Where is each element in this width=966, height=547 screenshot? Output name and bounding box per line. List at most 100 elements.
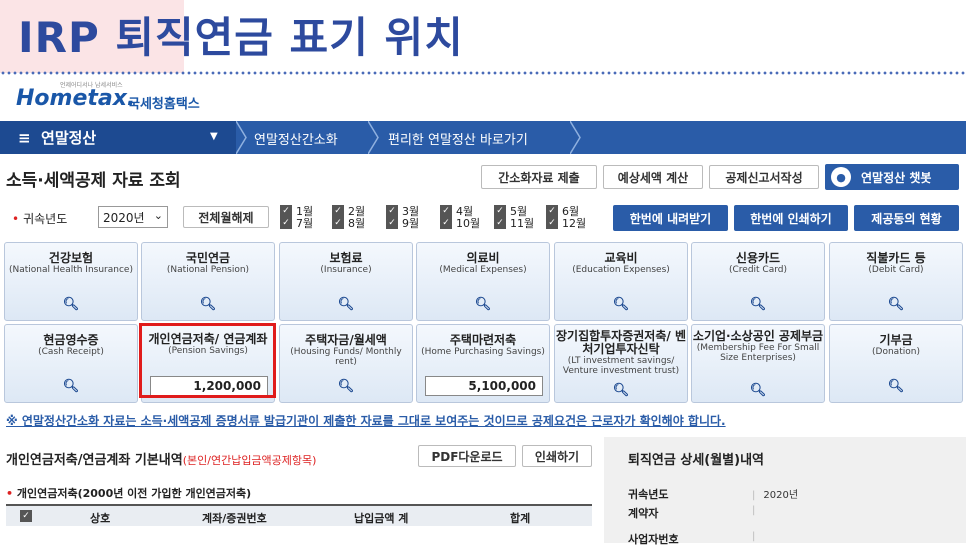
search-icon: 🔍︎ [474, 297, 492, 312]
row-value-business-number: | [752, 531, 756, 542]
card-title: 신용카드 [735, 251, 781, 265]
checkbox-checked-icon: ✓ [440, 217, 452, 229]
submit-simplified-button[interactable]: 간소화자료 제출 [481, 165, 597, 189]
search-icon: 🔍︎ [749, 383, 767, 398]
checkbox-checked-icon: ✓ [546, 205, 558, 217]
column-header-account: 계좌/증권번호 [202, 512, 267, 525]
card-title: 주택자금/월세액 [305, 333, 387, 347]
card-subtitle: (Membership Fee For Small Size Enterpris… [696, 343, 820, 363]
chatbot-label: 연말정산 챗봇 [861, 170, 932, 185]
write-declaration-button[interactable]: 공제신고서작성 [709, 165, 819, 189]
search-icon: 🔍︎ [62, 297, 80, 312]
checkbox-checked-icon: ✓ [332, 217, 344, 229]
month-checkbox-9[interactable]: ✓ 9월 [386, 217, 419, 230]
card-insurance[interactable]: 보험료 (Insurance) 🔍︎ [279, 242, 413, 321]
card-donation[interactable]: 기부금 (Donation) 🔍︎ [829, 324, 963, 403]
checkbox-checked-icon: ✓ [440, 205, 452, 217]
card-credit-card[interactable]: 신용카드 (Credit Card) 🔍︎ [691, 242, 825, 321]
card-health-insurance[interactable]: 건강보험 (National Health Insurance) 🔍︎ [4, 242, 138, 321]
checkbox-checked-icon: ✓ [280, 217, 292, 229]
card-title: 장기집합투자증권저축/ 벤처기업투자신탁 [555, 329, 686, 356]
nav-menu-toggle[interactable]: ≡ 연말정산 ▼ [0, 121, 236, 154]
row-label-contractor: 계약자 [628, 507, 659, 520]
month-checkbox-11[interactable]: ✓ 11월 [494, 217, 534, 230]
card-subtitle: (National Health Insurance) [9, 265, 133, 275]
card-subtitle: (Home Purchasing Savings) [421, 347, 545, 357]
year-select[interactable]: 2020년 ⌄ [98, 206, 168, 228]
chatbot-icon: ● [831, 167, 851, 187]
hometax-logo[interactable]: 언제어디서나 납세서비스 Hometax. 국세청홈택스 [14, 80, 214, 114]
card-lt-investment[interactable]: 장기집합투자증권저축/ 벤처기업투자신탁 (LT investment savi… [554, 324, 688, 403]
print-button[interactable]: 인쇄하기 [522, 445, 592, 467]
chevron-right-icon [368, 121, 379, 154]
clear-all-months-button[interactable]: 전체월해제 [183, 206, 269, 228]
chevron-right-icon [236, 121, 247, 154]
home-savings-amount[interactable]: 5,100,000 [425, 376, 543, 396]
caret-down-icon: ▼ [210, 131, 218, 142]
estimate-tax-button[interactable]: 예상세액 계산 [603, 165, 703, 189]
card-title: 현금영수증 [43, 333, 99, 347]
retirement-pension-panel: 퇴직연금 상세(월별)내역 귀속년도 | 2020년 계약자 | 사업자번호 | [604, 437, 966, 546]
row-label-year: 귀속년도 [628, 488, 669, 501]
card-national-pension[interactable]: 국민연금 (National Pension) 🔍︎ [141, 242, 275, 321]
column-header-payment: 납입금액 계 [354, 512, 409, 525]
month-checkbox-7[interactable]: ✓ 7월 [280, 217, 313, 230]
section-title: 개인연금저축/연금계좌 기본내역(본인/연간납입금액공제항목) [6, 453, 317, 468]
card-debit-card[interactable]: 직불카드 등 (Debit Card) 🔍︎ [829, 242, 963, 321]
card-subtitle: (Credit Card) [728, 265, 787, 275]
card-cash-receipt[interactable]: 현금영수증 (Cash Receipt) 🔍︎ [4, 324, 138, 403]
checkbox-checked-icon: ✓ [332, 205, 344, 217]
search-icon: 🔍︎ [887, 297, 905, 312]
logo-korean: 국세청홈택스 [128, 97, 200, 112]
checkbox-checked-icon[interactable]: ✓ [20, 510, 32, 522]
search-icon: 🔍︎ [887, 379, 905, 394]
row-label-business-number: 사업자번호 [628, 533, 679, 546]
filter-row: • 귀속년도 2020년 ⌄ 전체월해제 ✓ 1월 ✓ 7월 ✓ 2월 ✓ 8월 ✓ 3월 … [0, 200, 966, 234]
card-subtitle: (LT investment savings/ Venture investme… [562, 356, 680, 376]
card-title: 의료비 [466, 251, 500, 265]
search-icon: 🔍︎ [749, 297, 767, 312]
card-title: 보험료 [329, 251, 363, 265]
consent-status-button[interactable]: 제공동의 현황 [854, 205, 959, 231]
row-value-year: | 2020년 [752, 490, 799, 501]
month-checkbox-10[interactable]: ✓ 10월 [440, 217, 480, 230]
pdf-download-button[interactable]: PDF다운로드 [418, 445, 516, 467]
card-education-expenses[interactable]: 교육비 (Education Expenses) 🔍︎ [554, 242, 688, 321]
slide-title: IRP 퇴직연금 표기 위치 [18, 13, 464, 62]
checkbox-checked-icon: ✓ [386, 205, 398, 217]
year-select-value: 2020년 [103, 211, 145, 225]
search-icon: 🔍︎ [612, 383, 630, 398]
card-subtitle: (Housing Funds/ Monthly rent) [290, 347, 402, 367]
checkbox-checked-icon: ✓ [386, 217, 398, 229]
logo-wordmark: Hometax. [16, 86, 136, 111]
dotted-divider [0, 71, 966, 75]
search-icon: 🔍︎ [199, 297, 217, 312]
card-title: 교육비 [604, 251, 638, 265]
card-title: 건강보험 [48, 251, 94, 265]
nav-menu-label: ≡ 연말정산 [18, 129, 97, 147]
card-housing-funds[interactable]: 주택자금/월세액 (Housing Funds/ Monthly rent) 🔍… [279, 324, 413, 403]
card-small-enterprise[interactable]: 소기업·소상공인 공제부금 (Membership Fee For Small … [691, 324, 825, 403]
notice-text[interactable]: ※ 연말정산간소화 자료는 소득·세액공제 증명서류 발급기관이 제출한 자료를… [6, 412, 726, 429]
card-home-purchasing-savings[interactable]: 주택마련저축 (Home Purchasing Savings) 5,100,0… [416, 324, 550, 403]
card-subtitle: (Debit Card) [868, 265, 924, 275]
print-all-button[interactable]: 한번에 인쇄하기 [734, 205, 848, 231]
card-title: 주택마련저축 [449, 333, 517, 347]
download-all-button[interactable]: 한번에 내려받기 [613, 205, 728, 231]
chatbot-button[interactable]: ● 연말정산 챗봇 [825, 164, 959, 190]
top-navbar: ≡ 연말정산 ▼ 연말정산간소화 편리한 연말정산 바로가기 [0, 121, 966, 154]
chevron-right-icon [570, 121, 581, 154]
search-icon: 🔍︎ [612, 297, 630, 312]
card-subtitle: (Cash Receipt) [38, 347, 104, 357]
search-icon: 🔍︎ [337, 297, 355, 312]
nav-item-simplified[interactable]: 연말정산간소화 [254, 129, 338, 148]
nav-item-shortcut[interactable]: 편리한 연말정산 바로가기 [388, 129, 528, 148]
card-medical-expenses[interactable]: 의료비 (Medical Expenses) 🔍︎ [416, 242, 550, 321]
column-header-total: 합계 [510, 512, 531, 525]
month-checkbox-12[interactable]: ✓ 12월 [546, 217, 586, 230]
card-subtitle: (Donation) [872, 347, 920, 357]
month-checkbox-8[interactable]: ✓ 8월 [332, 217, 365, 230]
card-title: 국민연금 [185, 251, 231, 265]
row-value-contractor: | [752, 505, 756, 516]
checkbox-checked-icon: ✓ [494, 205, 506, 217]
